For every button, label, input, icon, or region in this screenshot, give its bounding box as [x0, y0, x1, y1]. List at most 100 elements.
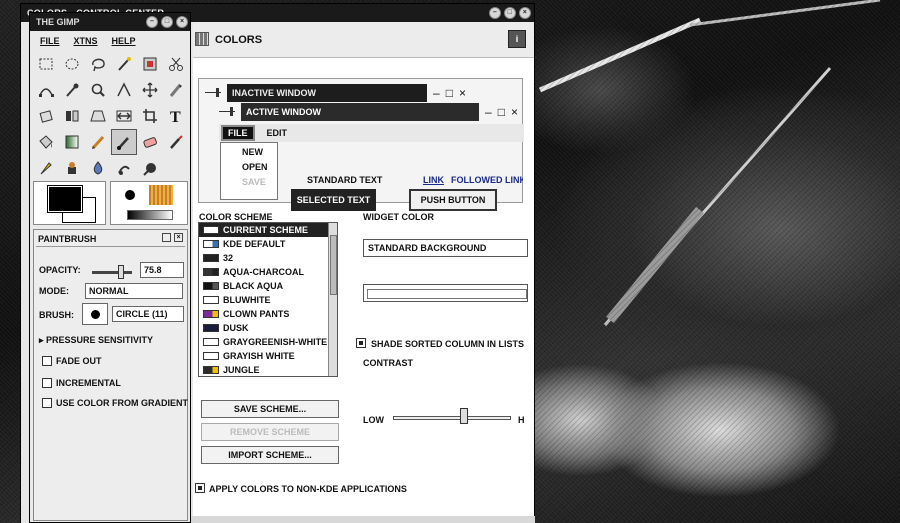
- resize-icon[interactable]: [111, 103, 137, 129]
- crop-icon[interactable]: [137, 103, 163, 129]
- scheme-swatch: [203, 366, 219, 374]
- dodge-icon[interactable]: [85, 155, 111, 181]
- opacity-input[interactable]: 75.8: [140, 262, 184, 278]
- close-icon[interactable]: ×: [176, 16, 188, 28]
- preview-standard-text: STANDARD TEXT: [307, 175, 383, 185]
- apply-nonkde-checkbox[interactable]: [195, 483, 205, 493]
- save-scheme-button[interactable]: SAVE SCHEME...: [201, 400, 339, 418]
- close-icon: ×: [510, 105, 518, 119]
- preview-menu-file: FILE: [221, 125, 255, 141]
- scheme-list-item[interactable]: BLACK AQUA: [199, 279, 337, 293]
- move-icon[interactable]: [137, 77, 163, 103]
- scheme-list-item[interactable]: JUNGLE: [199, 363, 337, 376]
- gimp-title: THE GIMP: [36, 17, 80, 27]
- lasso-icon[interactable]: [85, 51, 111, 77]
- bucket-fill-icon[interactable]: [33, 129, 59, 155]
- colors-module-icon: [195, 32, 209, 46]
- scheme-list-item[interactable]: CURRENT SCHEME: [199, 223, 337, 237]
- maximize-icon[interactable]: □: [161, 16, 173, 28]
- magnify-icon[interactable]: [85, 77, 111, 103]
- minimize-icon[interactable]: –: [146, 16, 158, 28]
- text-icon[interactable]: T: [163, 103, 189, 129]
- scheme-swatch: [203, 254, 219, 262]
- contrast-slider[interactable]: [393, 416, 511, 420]
- fade-out-label: FADE OUT: [56, 356, 102, 366]
- gimp-titlebar[interactable]: THE GIMP – □ ×: [30, 13, 190, 31]
- rect-select-icon[interactable]: [33, 51, 59, 77]
- color-scheme-list[interactable]: CURRENT SCHEME KDE DEFAULT 32 AQUA-CHARCOAL…: [198, 222, 338, 377]
- smudge2-icon[interactable]: [137, 155, 163, 181]
- color-select-icon[interactable]: [137, 51, 163, 77]
- gradient-preview[interactable]: [127, 210, 173, 220]
- foreground-color-swatch[interactable]: [48, 186, 82, 212]
- widget-select[interactable]: STANDARD BACKGROUND: [363, 239, 528, 257]
- ellipse-select-icon[interactable]: [59, 51, 85, 77]
- brush-preview[interactable]: [125, 190, 135, 200]
- eraser-icon[interactable]: [137, 129, 163, 155]
- fade-out-checkbox[interactable]: [42, 356, 52, 366]
- close-icon[interactable]: ×: [174, 233, 183, 242]
- brush-circle-icon: [91, 310, 100, 319]
- scissors-icon[interactable]: [163, 51, 189, 77]
- info-icon[interactable]: i: [508, 30, 526, 48]
- pattern-preview[interactable]: [149, 185, 173, 205]
- inactive-window-bar: INACTIVE WINDOW – □ ×: [203, 84, 466, 102]
- opacity-slider-thumb[interactable]: [118, 265, 124, 279]
- pin-icon: [203, 84, 227, 102]
- contrast-slider-thumb[interactable]: [459, 408, 468, 424]
- import-scheme-button[interactable]: IMPORT SCHEME...: [201, 446, 339, 464]
- scheme-list-item[interactable]: CLOWN PANTS: [199, 307, 337, 321]
- incremental-checkbox[interactable]: [42, 378, 52, 388]
- maximize-icon[interactable]: □: [504, 7, 516, 19]
- pressure-sensitivity-expander[interactable]: ▸ PRESSURE SENSITIVITY: [39, 335, 153, 346]
- mode-label: MODE:: [39, 286, 69, 296]
- scheme-list-item[interactable]: GRAYGREENISH-WHITE: [199, 335, 337, 349]
- scheme-name: CURRENT SCHEME: [223, 225, 309, 235]
- widget-color-button[interactable]: [363, 284, 528, 302]
- inactive-window-title: INACTIVE WINDOW: [227, 84, 427, 102]
- mode-value: NORMAL: [89, 286, 129, 296]
- window-controls: – □ ×: [489, 7, 531, 19]
- gimp-menu-xtns[interactable]: XTNS: [74, 33, 98, 49]
- flip-icon[interactable]: [59, 103, 85, 129]
- shade-sorted-checkbox[interactable]: [356, 338, 366, 348]
- paintbrush-icon[interactable]: [111, 129, 137, 155]
- scheme-list-item[interactable]: DUSK: [199, 321, 337, 335]
- brush-label: BRUSH:: [39, 310, 74, 320]
- scheme-list-scrollbar[interactable]: [328, 223, 337, 376]
- perspective-icon[interactable]: [85, 103, 111, 129]
- pressure-label: PRESSURE SENSITIVITY: [46, 335, 154, 345]
- pencil-icon[interactable]: [85, 129, 111, 155]
- gradient-icon[interactable]: [59, 129, 85, 155]
- brush-name: CIRCLE (11): [112, 306, 184, 322]
- magic-wand-icon[interactable]: [111, 51, 137, 77]
- transform-icon[interactable]: [33, 103, 59, 129]
- bezier-icon[interactable]: [33, 77, 59, 103]
- smudge-icon[interactable]: [163, 77, 189, 103]
- measure-icon[interactable]: [111, 77, 137, 103]
- fg-bg-color-selector[interactable]: [33, 181, 106, 225]
- scheme-list-item[interactable]: 32: [199, 251, 337, 265]
- convolve-icon[interactable]: [111, 155, 137, 181]
- minimize-icon[interactable]: –: [489, 7, 501, 19]
- clone-icon[interactable]: [59, 155, 85, 181]
- mode-select[interactable]: NORMAL: [85, 283, 183, 299]
- scrollbar-thumb[interactable]: [330, 235, 337, 295]
- scheme-list-item[interactable]: KDE DEFAULT: [199, 237, 337, 251]
- ink-icon[interactable]: [33, 155, 59, 181]
- scheme-list-item[interactable]: BLUWHITE: [199, 293, 337, 307]
- gimp-menu-help[interactable]: HELP: [112, 33, 136, 49]
- color-picker-icon[interactable]: [59, 77, 85, 103]
- preview-menubar: FILE EDIT: [219, 124, 524, 142]
- scheme-list-item[interactable]: GRAYISH WHITE: [199, 349, 337, 363]
- airbrush-icon[interactable]: [163, 129, 189, 155]
- opacity-slider[interactable]: [92, 271, 132, 274]
- gimp-menu-file[interactable]: FILE: [40, 33, 60, 49]
- use-gradient-checkbox[interactable]: [42, 398, 52, 408]
- brush-button[interactable]: [82, 303, 108, 325]
- scheme-list-item[interactable]: AQUA-CHARCOAL: [199, 265, 337, 279]
- close-icon[interactable]: ×: [519, 7, 531, 19]
- dock-icon[interactable]: [162, 233, 171, 242]
- scheme-swatch: [203, 268, 219, 276]
- remove-scheme-button[interactable]: REMOVE SCHEME: [201, 423, 339, 441]
